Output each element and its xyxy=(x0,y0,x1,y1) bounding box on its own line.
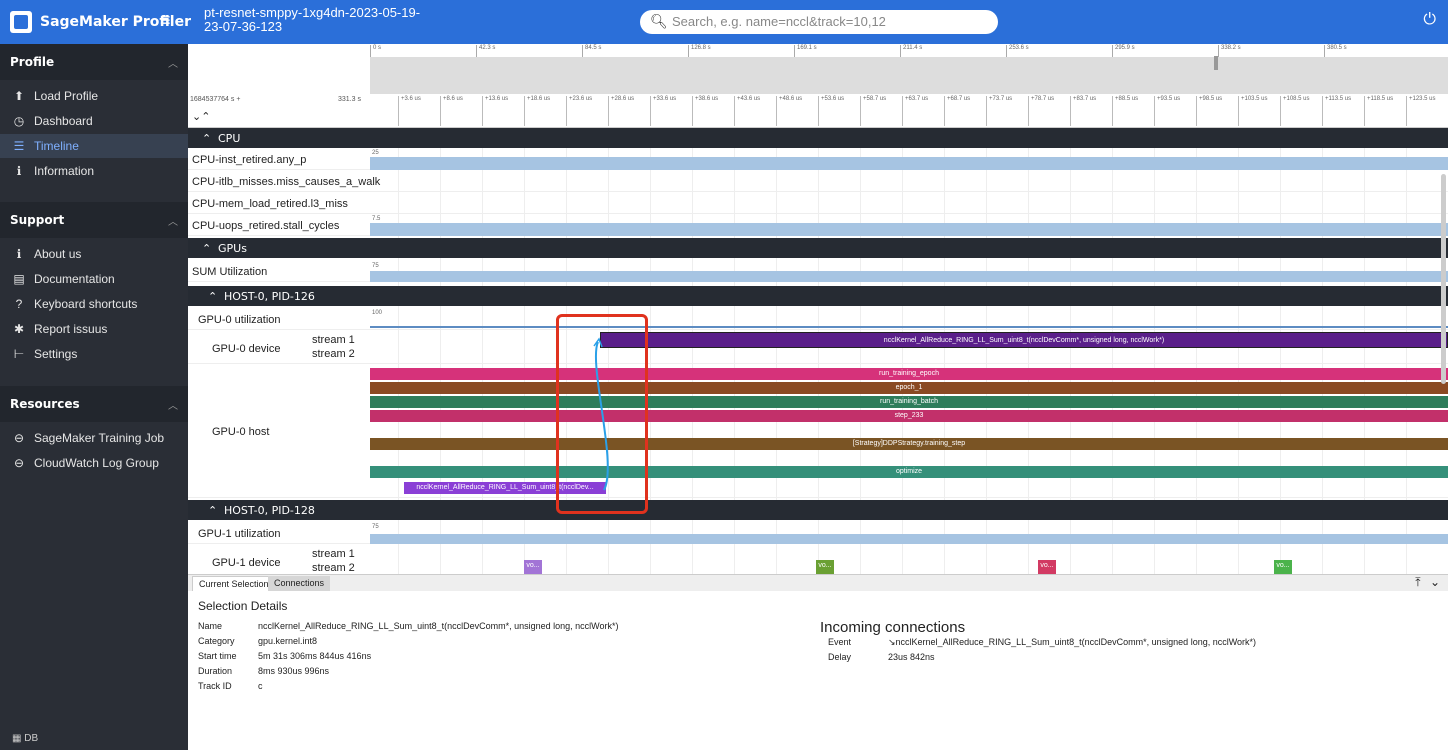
sidebar-item-information[interactable]: ℹ Information xyxy=(0,159,188,183)
sidebar-item-keyboard-shortcuts[interactable]: ? Keyboard shortcuts xyxy=(0,292,188,316)
timeline-view[interactable]: 0 s 42.3 s 84.5 s 126.8 s 169.1 s 211.4 s 253.… xyxy=(188,44,1448,574)
connection-key: Event xyxy=(828,637,852,647)
sidebar-item-sagemaker-training-job[interactable]: ⊖ SageMaker Training Job xyxy=(0,426,188,450)
sidebar-section[interactable]: Profile ︿ xyxy=(0,44,188,80)
trace-title: pt-resnet-smppy-1xg4dn-2023-05-19-23-07-… xyxy=(204,5,421,34)
search-icon: 🔍︎ xyxy=(650,13,668,29)
sidebar-item-label: Load Profile xyxy=(34,89,99,103)
dashboard-icon: ◷ xyxy=(13,114,25,128)
detail-value: 5m 31s 306ms 844us 416ns xyxy=(258,651,372,661)
incoming-title: Incoming connections xyxy=(820,619,966,636)
menu-icon[interactable]: ≡ xyxy=(160,10,171,31)
chevron-up-icon[interactable]: ︿ xyxy=(168,213,178,228)
detail-value: ncclKernel_AllReduce_RING_LL_Sum_uint8_t… xyxy=(258,621,619,631)
sidebar-item-label: Dashboard xyxy=(34,114,93,128)
highlight-box xyxy=(556,314,648,514)
top-bar: SageMaker Profiler ≡ pt-resnet-smppy-1xg… xyxy=(0,0,1448,44)
chart-icon[interactable]: ▦ xyxy=(12,733,24,744)
detail-key: Category xyxy=(198,636,235,646)
app-logo-icon xyxy=(10,11,32,33)
connection-value: 23us 842ns xyxy=(888,652,935,662)
settings-icon: ⊢ xyxy=(13,347,25,361)
search-input[interactable]: 🔍︎ Search, e.g. name=nccl&track=10,12 xyxy=(640,10,998,34)
panel-tabs: Current Selection Connections ⤒ ⌄ xyxy=(188,575,1448,591)
sidebar-item-timeline[interactable]: ☰ Timeline xyxy=(0,134,188,158)
sidebar-item-settings[interactable]: ⊢ Settings xyxy=(0,342,188,366)
chevron-down-icon[interactable]: ⌄ xyxy=(1430,575,1440,589)
sidebar-section-title: Resources xyxy=(10,397,80,411)
db-badge[interactable]: DB xyxy=(24,733,38,744)
details-panel: Current Selection Connections ⤒ ⌄ Select… xyxy=(188,574,1448,750)
upload-icon: ⬆ xyxy=(13,89,25,103)
sidebar-section[interactable]: Support ︿ xyxy=(0,202,188,238)
search-placeholder: Search, e.g. name=nccl&track=10,12 xyxy=(672,14,886,29)
sidebar-item-label: Information xyxy=(34,164,95,178)
chevron-up-icon[interactable]: ︿ xyxy=(168,55,178,70)
detail-value: 8ms 930us 996ns xyxy=(258,666,330,676)
sidebar-section-title: Support xyxy=(10,213,65,227)
detail-value: gpu.kernel.int8 xyxy=(258,636,318,646)
panel-controls: ⤒ ⌄ xyxy=(1415,575,1440,590)
tab-current-selection[interactable]: Current Selection xyxy=(192,576,276,591)
sidebar-item-label: CloudWatch Log Group xyxy=(34,456,159,470)
detail-key: Duration xyxy=(198,666,233,676)
timeline-icon: ☰ xyxy=(13,139,25,153)
sidebar-item-label: Report issuus xyxy=(34,322,108,336)
sidebar-item-about-us[interactable]: ℹ About us xyxy=(0,242,188,266)
help-icon: ? xyxy=(15,297,23,311)
link-icon: ⊖ xyxy=(13,456,25,470)
sidebar-item-label: Settings xyxy=(34,347,78,361)
tab-connections[interactable]: Connections xyxy=(268,576,331,591)
detail-value: c xyxy=(258,681,263,691)
sidebar-section-title: Profile xyxy=(10,55,55,69)
pin-top-icon[interactable]: ⤒ xyxy=(1415,575,1420,589)
connection-key: Delay xyxy=(828,652,852,662)
sidebar-item-label: Keyboard shortcuts xyxy=(34,297,138,311)
selection-title: Selection Details xyxy=(198,599,288,613)
link-icon: ⊖ xyxy=(13,431,25,445)
flow-arrow xyxy=(593,337,609,491)
sidebar-item-label: Documentation xyxy=(34,272,115,286)
connection-event-link[interactable]: ↘ncclKernel_AllReduce_RING_LL_Sum_uint8_… xyxy=(888,637,1256,648)
sidebar-item-documentation[interactable]: ▤ Documentation xyxy=(0,267,188,291)
detail-key: Name xyxy=(198,621,223,631)
detail-key: Track ID xyxy=(198,681,232,691)
document-icon: ▤ xyxy=(13,272,25,286)
sidebar-bottom-icons: ▦ DB xyxy=(12,733,38,744)
sidebar-item-load-profile[interactable]: ⬆ Load Profile xyxy=(0,84,188,108)
detail-key: Start time xyxy=(198,651,237,661)
sidebar-item-cloudwatch-log-group[interactable]: ⊖ CloudWatch Log Group xyxy=(0,451,188,475)
info-icon: ℹ xyxy=(16,247,22,261)
sidebar-item-report-issuus[interactable]: ✱ Report issuus xyxy=(0,317,188,341)
vertical-scrollbar[interactable] xyxy=(1441,174,1446,384)
sidebar: Profile ︿ ⬆ Load Profile ◷ Dashboard ☰ Timeline… xyxy=(0,44,188,750)
bug-icon: ✱ xyxy=(13,322,25,336)
info-icon: ℹ xyxy=(16,164,22,178)
sidebar-section[interactable]: Resources ︿ xyxy=(0,386,188,422)
power-icon[interactable]: ⏻ xyxy=(1423,11,1436,29)
sidebar-item-label: About us xyxy=(34,247,82,261)
sidebar-item-dashboard[interactable]: ◷ Dashboard xyxy=(0,109,188,133)
sidebar-item-label: Timeline xyxy=(34,139,79,153)
sidebar-item-label: SageMaker Training Job xyxy=(34,431,165,445)
chevron-up-icon[interactable]: ︿ xyxy=(168,397,178,412)
